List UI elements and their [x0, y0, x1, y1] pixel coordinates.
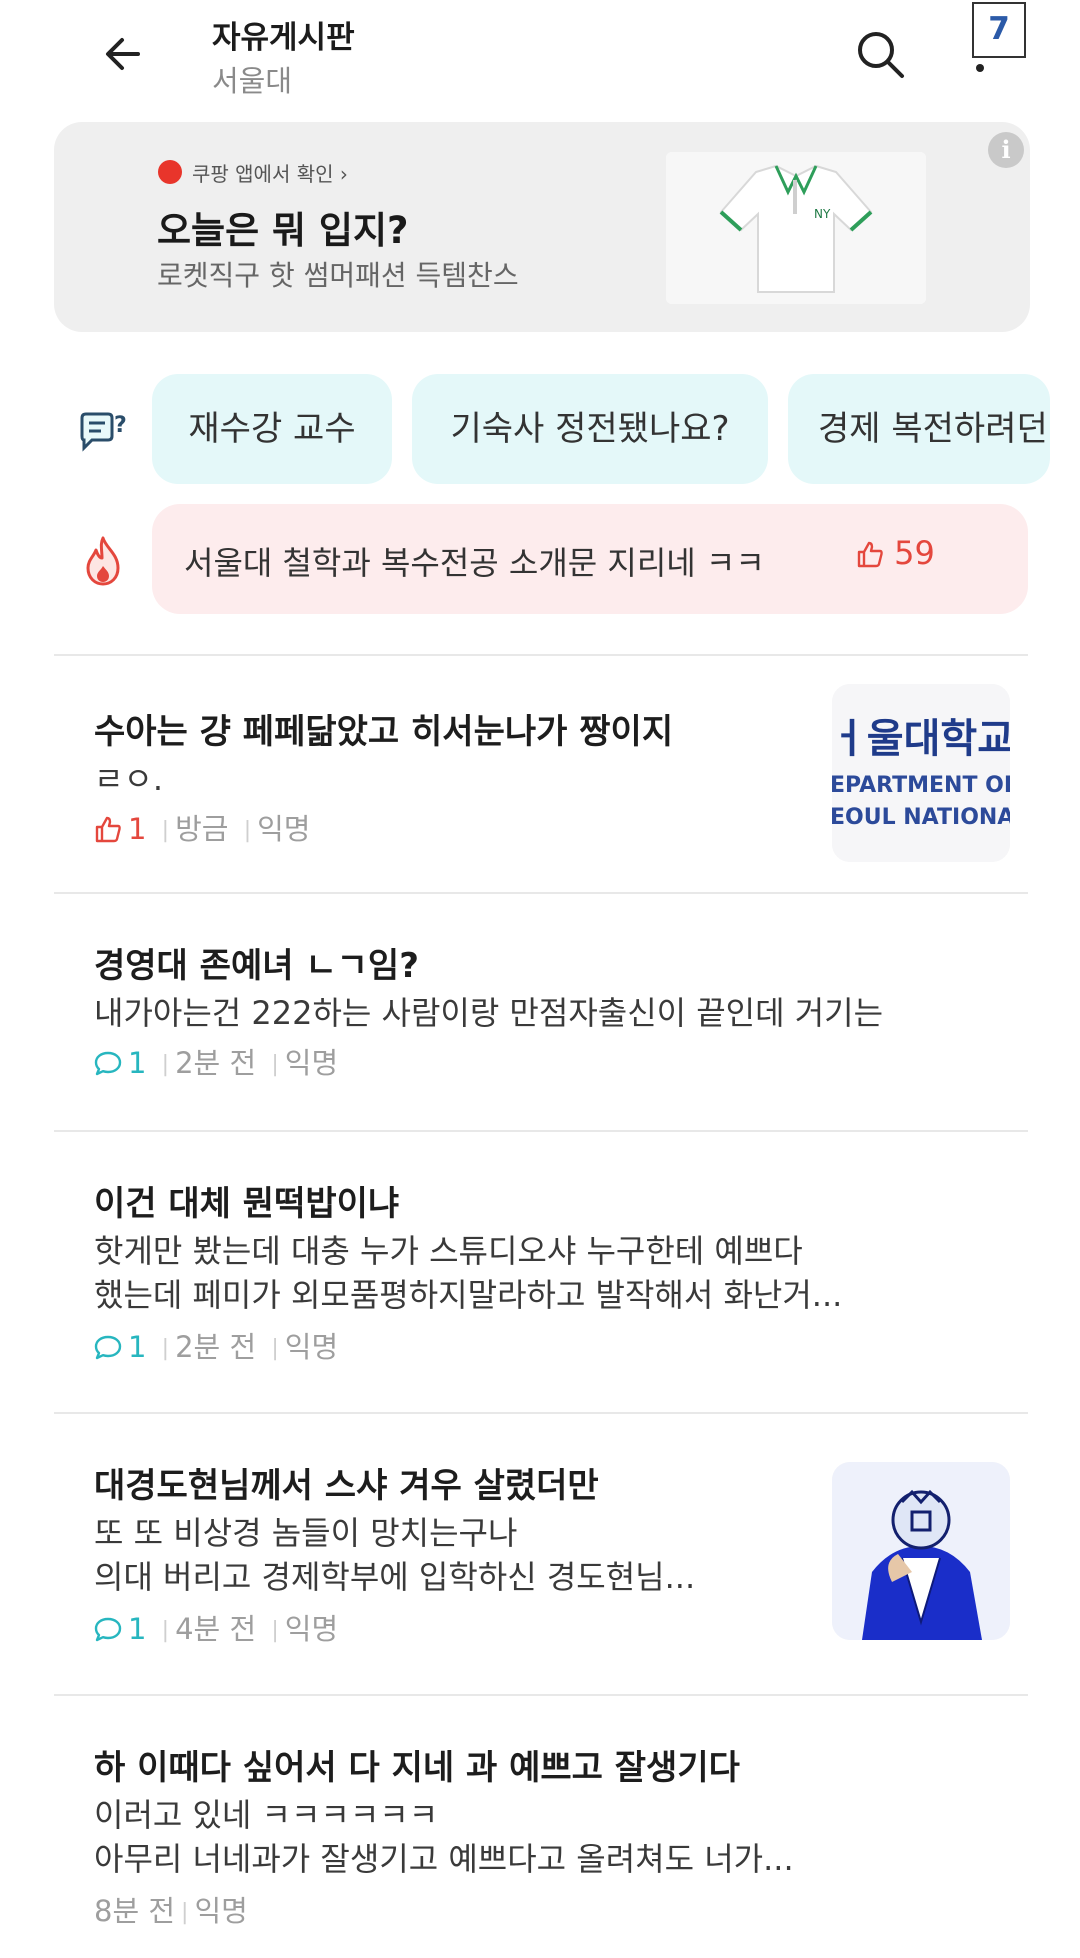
thumbs-up-icon	[95, 816, 121, 843]
ad-source[interactable]: 쿠팡 앱에서 확인 ›	[192, 158, 348, 187]
post-body: 했는데 페미가 외모품평하지말라하고 발작해서 화난거...	[94, 1276, 843, 1314]
post-body: 의대 버리고 경제학부에 입학하신 경도현님...	[94, 1558, 696, 1596]
svg-text:?: ?	[114, 413, 127, 438]
coupang-logo-icon	[158, 160, 182, 184]
post-time: 2분 전	[175, 1046, 257, 1080]
back-arrow-icon[interactable]	[98, 28, 150, 80]
hot-post-likes: 59	[856, 534, 935, 572]
post-body: 핫게만 봤는데 대충 누가 스튜디오샤 누구한테 예쁘다	[94, 1232, 803, 1270]
thumb-text: EPARTMENT OF	[832, 773, 1010, 798]
post-item[interactable]: 경영대 존예녀 ㄴㄱ임? 내가아는건 222하는 사람이랑 만점자출신이 끝인데…	[0, 894, 1080, 1130]
trending-chip[interactable]: 경제 복전하려던	[788, 374, 1050, 484]
post-title: 대경도현님께서 스샤 겨우 살렸더만	[94, 1466, 599, 1506]
post-body: 내가아는건 222하는 사람이랑 만점자출신이 끝인데 거기는	[94, 994, 884, 1032]
app-header: 자유게시판 서울대 7	[0, 0, 1080, 110]
post-author: 익명	[194, 1894, 248, 1928]
post-thumbnail[interactable]	[832, 1462, 1010, 1640]
svg-text:NY: NY	[814, 207, 831, 221]
post-item[interactable]: 이건 대체 뭔떡밥이냐 핫게만 봤는데 대충 누가 스튜디오샤 누구한테 예쁘다…	[0, 1132, 1080, 1410]
post-time: 2분 전	[175, 1330, 257, 1364]
hot-post-title: 서울대 철학과 복수전공 소개문 지리네 ㅋㅋ	[184, 544, 765, 582]
post-meta: 1 | 2분 전 | 익명	[94, 1040, 338, 1082]
post-item[interactable]: 대경도현님께서 스샤 겨우 살렸더만 또 또 비상경 놈들이 망치는구나 의대 …	[0, 1414, 1080, 1692]
info-icon[interactable]: i	[988, 132, 1024, 168]
post-thumbnail[interactable]: ㅓ울대학교 EPARTMENT OF EOUL NATIONAL	[832, 684, 1010, 862]
ad-banner[interactable]: 쿠팡 앱에서 확인 › 오늘은 뭐 입지? 로켓직구 핫 썸머패션 득템찬스 N…	[54, 122, 1030, 332]
comment-count: 1	[128, 1330, 147, 1364]
post-meta: 1 | 4분 전 | 익명	[94, 1606, 338, 1648]
post-body: 또 또 비상경 놈들이 망치는구나	[94, 1514, 518, 1552]
hot-post-banner[interactable]: 서울대 철학과 복수전공 소개문 지리네 ㅋㅋ 59	[152, 504, 1028, 614]
post-title: 수아는 걍 페페닮았고 히서눈나가 짱이지	[94, 712, 674, 752]
comment-icon	[94, 1335, 122, 1360]
thumbs-up-icon	[857, 541, 883, 568]
board-title: 자유게시판	[212, 20, 355, 56]
post-time: 4분 전	[175, 1612, 257, 1646]
fire-icon	[86, 536, 120, 586]
post-author: 익명	[284, 1612, 339, 1646]
post-item[interactable]: 수아는 걍 페페닮았고 히서눈나가 짱이지 ㄹㅇ. 1 | 방금 | 익명 ㅓ울대학…	[0, 656, 1080, 892]
post-time: 8분 전	[94, 1894, 176, 1928]
question-chat-icon: ?	[80, 412, 127, 452]
notification-badge[interactable]: 7	[972, 2, 1026, 58]
trending-chip[interactable]: 재수강 교수	[152, 374, 392, 484]
thumb-text: EOUL NATIONAL	[832, 805, 1010, 830]
comment-icon	[94, 1051, 122, 1076]
post-meta: 1 | 방금 | 익명	[94, 806, 310, 848]
post-body: ㄹㅇ.	[94, 760, 164, 798]
post-time: 방금	[175, 812, 229, 846]
like-count: 1	[128, 812, 147, 846]
ad-title: 오늘은 뭐 입지?	[157, 209, 409, 252]
comment-icon	[94, 1617, 122, 1642]
school-name: 서울대	[212, 64, 293, 98]
post-meta: 1 | 2분 전 | 익명	[94, 1324, 338, 1366]
post-author: 익명	[284, 1330, 339, 1364]
ad-description: 로켓직구 핫 썸머패션 득템찬스	[157, 259, 519, 292]
trending-chip[interactable]: 기숙사 정전됐나요?	[412, 374, 768, 484]
comment-count: 1	[128, 1612, 147, 1646]
post-author: 익명	[284, 1046, 339, 1080]
post-body: 아무리 너네과가 잘생기고 예쁘다고 올려쳐도 너가...	[94, 1840, 794, 1878]
post-author: 익명	[257, 812, 311, 846]
post-meta: 8분 전 | 익명	[94, 1894, 248, 1928]
post-title: 이건 대체 뭔떡밥이냐	[94, 1184, 400, 1224]
hot-post-like-count: 59	[894, 534, 935, 572]
post-body: 이러고 있네 ㅋㅋㅋㅋㅋㅋ	[94, 1796, 439, 1834]
search-icon[interactable]	[852, 26, 908, 82]
post-item[interactable]: 하 이때다 싶어서 다 지네 과 예쁘고 잘생기다 이러고 있네 ㅋㅋㅋㅋㅋㅋ …	[0, 1696, 1080, 1958]
post-title: 하 이때다 싶어서 다 지네 과 예쁘고 잘생기다	[94, 1748, 740, 1788]
ad-product-image[interactable]: NY	[666, 152, 926, 304]
thumb-text: ㅓ울대학교	[832, 716, 1010, 762]
post-title: 경영대 존예녀 ㄴㄱ임?	[94, 946, 419, 986]
comment-count: 1	[128, 1046, 147, 1080]
